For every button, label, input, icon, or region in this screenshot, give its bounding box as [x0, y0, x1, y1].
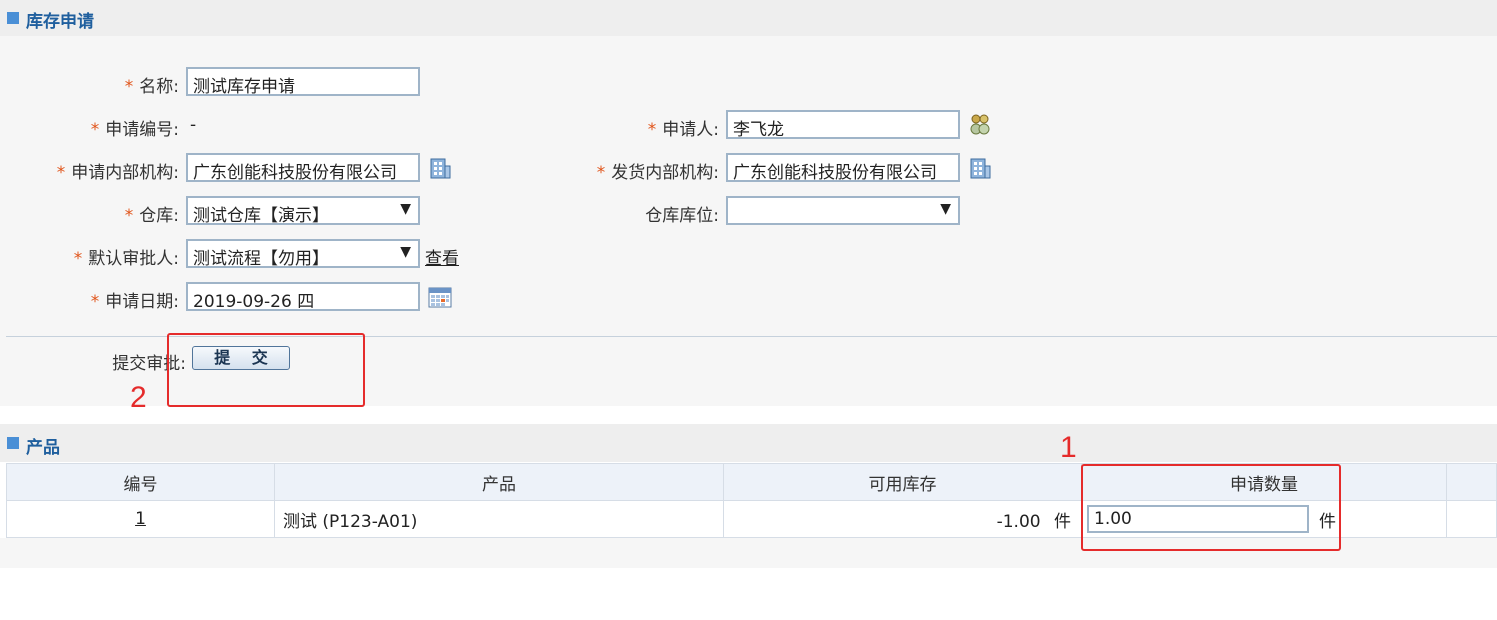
section-title: 库存申请: [26, 12, 94, 32]
section-header-products: 产品: [0, 424, 1497, 462]
apply-no-value: -: [190, 115, 197, 135]
approver-select[interactable]: 测试流程【勿用】 ▼: [186, 239, 420, 268]
section-header-inventory: 库存申请: [0, 0, 1497, 36]
apply-org-input[interactable]: 广东创能科技股份有限公司: [186, 153, 420, 182]
name-label: * 名称:: [124, 77, 179, 97]
column-header-extra: [1446, 463, 1497, 501]
annotation-number-2: 2: [130, 381, 147, 414]
warehouse-select[interactable]: 测试仓库【演示】 ▼: [186, 196, 420, 225]
cell-stock: -1.00 件: [723, 500, 1082, 538]
location-select[interactable]: ▼: [726, 196, 960, 225]
approver-label: * 默认审批人:: [73, 249, 179, 269]
view-approver-link[interactable]: 查看: [425, 244, 459, 269]
location-label: 仓库库位:: [645, 206, 719, 226]
calendar-icon[interactable]: [428, 285, 452, 309]
name-input[interactable]: 测试库存申请: [186, 67, 420, 96]
approver-selected-value: 测试流程【勿用】: [193, 249, 329, 268]
chevron-down-icon: ▼: [400, 201, 411, 217]
building-icon[interactable]: [428, 156, 452, 180]
cell-product: 测试 (P123-A01): [274, 500, 724, 538]
ship-org-input[interactable]: 广东创能科技股份有限公司: [726, 153, 960, 182]
building-icon[interactable]: [968, 156, 992, 180]
section-square-icon: [7, 12, 19, 24]
warehouse-selected-value: 测试仓库【演示】: [193, 206, 329, 225]
stock-value: -1.00: [996, 511, 1041, 532]
apply-date-input[interactable]: 2019-09-26 四: [186, 282, 420, 311]
stock-unit: 件: [1054, 511, 1071, 532]
applicant-label: * 申请人:: [647, 120, 719, 140]
chevron-down-icon: ▼: [940, 201, 951, 217]
chevron-down-icon: ▼: [400, 244, 411, 260]
annotation-box-2: [167, 333, 365, 407]
apply-date-label: * 申请日期:: [90, 292, 179, 312]
section-title: 产品: [26, 438, 60, 458]
apply-org-label: * 申请内部机构:: [56, 163, 179, 183]
apply-no-label: * 申请编号:: [90, 120, 179, 140]
annotation-number-1: 1: [1060, 431, 1077, 464]
cell-extra: [1446, 500, 1497, 538]
column-header-stock: 可用库存: [723, 463, 1082, 501]
ship-org-label: * 发货内部机构:: [596, 163, 719, 183]
people-icon[interactable]: [968, 113, 992, 137]
annotation-box-1: [1081, 464, 1341, 551]
applicant-input[interactable]: 李飞龙: [726, 110, 960, 139]
cell-no: 1: [6, 500, 275, 538]
column-header-product: 产品: [274, 463, 724, 501]
row-number-link[interactable]: 1: [135, 509, 146, 529]
section-square-icon: [7, 437, 19, 449]
warehouse-label: * 仓库:: [124, 206, 179, 226]
column-header-no: 编号: [6, 463, 275, 501]
